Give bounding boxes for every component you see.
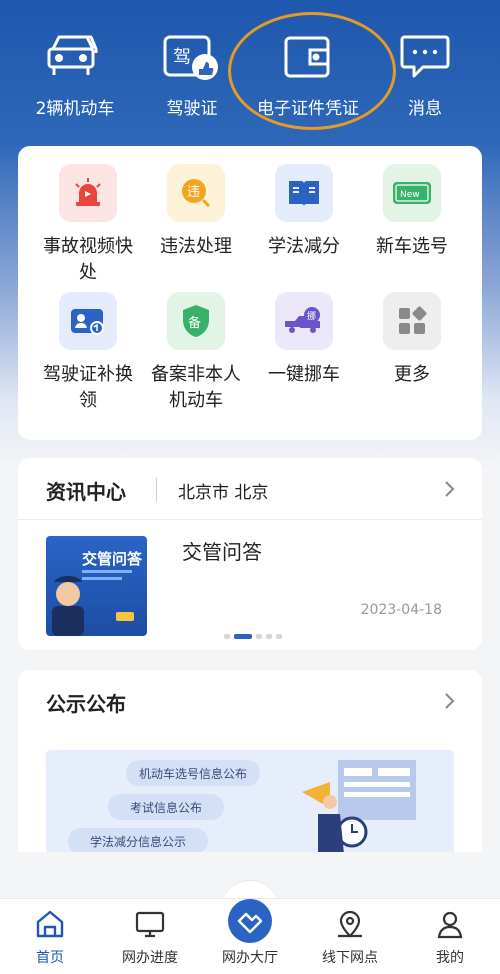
hall-icon <box>228 899 272 943</box>
notice-pill[interactable]: 考试信息公布 <box>108 794 224 820</box>
home-icon <box>33 907 67 941</box>
service-label: 违法处理 <box>160 236 232 257</box>
service-label: 事故视频快处 <box>43 236 133 283</box>
more-grid-icon <box>383 292 441 350</box>
tow-truck-icon: 挪 <box>275 292 333 350</box>
notice-title: 公示公布 <box>46 692 126 716</box>
new-plate-icon: New <box>383 164 441 222</box>
license-icon: 驾 <box>160 28 224 86</box>
pager-dot[interactable] <box>266 634 272 639</box>
news-item-title[interactable]: 交管问答 <box>182 536 262 565</box>
chevron-right-icon[interactable] <box>438 690 460 712</box>
tab-offline[interactable]: 线下网点 <box>300 907 400 967</box>
svg-text:挪: 挪 <box>307 310 316 322</box>
svg-text:驾: 驾 <box>173 47 191 68</box>
service-register-vehicle[interactable]: 备 备案非本人机动车 <box>142 292 250 414</box>
tab-label: 线下网点 <box>322 950 378 966</box>
pager-dot[interactable] <box>276 634 282 639</box>
service-new-plate[interactable]: New 新车选号 <box>358 164 466 260</box>
message-icon <box>393 28 457 86</box>
news-header[interactable]: 资讯中心 北京市 北京 <box>18 458 482 520</box>
news-thumbnail[interactable]: 交管问答 <box>46 536 147 636</box>
pager-dot[interactable] <box>256 634 262 639</box>
news-title: 资讯中心 <box>46 480 126 504</box>
chevron-right-icon[interactable] <box>438 478 460 500</box>
service-violation[interactable]: 违 违法处理 <box>142 164 250 260</box>
thumb-text: 交管问答 <box>82 550 143 568</box>
service-license-renewal[interactable]: 驾驶证补换领 <box>34 292 142 414</box>
services-card: 事故视频快处 违 违法处理 学法减分 New 新车选号 驾驶证补换领 备 备案非… <box>18 146 482 440</box>
tab-label: 网办大厅 <box>222 950 278 966</box>
user-icon <box>433 907 467 941</box>
book-icon <box>275 164 333 222</box>
notice-card: 公示公布 机动车选号信息公布 考试信息公布 学法减分信息公示 <box>18 670 482 880</box>
service-more[interactable]: 更多 <box>358 292 466 388</box>
monitor-icon <box>133 907 167 941</box>
bottom-tab-bar: 首页 网办进度 网办大厅 线下网点 我的 <box>0 898 500 974</box>
notice-pill[interactable]: 学法减分信息公示 <box>68 828 208 854</box>
tab-hall[interactable]: 网办大厅 <box>200 899 300 967</box>
tab-progress[interactable]: 网办进度 <box>100 907 200 967</box>
service-accident-video[interactable]: 事故视频快处 <box>34 164 142 286</box>
service-label: 学法减分 <box>268 236 340 257</box>
tab-label: 首页 <box>36 950 64 966</box>
violation-icon: 违 <box>167 164 225 222</box>
carousel-pager <box>224 634 282 639</box>
tab-profile[interactable]: 我的 <box>400 907 500 967</box>
news-city[interactable]: 北京市 北京 <box>178 478 268 503</box>
pager-dot-active[interactable] <box>234 634 252 639</box>
messages-label: 消息 <box>408 99 442 119</box>
tab-home[interactable]: 首页 <box>0 907 100 967</box>
top-nav: 2辆机动车 驾 驾驶证 电子证件凭证 消息 <box>0 0 500 140</box>
tab-label: 网办进度 <box>122 950 178 966</box>
service-label: 备案非本人机动车 <box>151 364 241 411</box>
svg-text:备: 备 <box>188 315 201 331</box>
service-label: 新车选号 <box>376 236 448 257</box>
svg-text:New: New <box>400 190 420 200</box>
car-icon <box>43 28 107 86</box>
pager-dot[interactable] <box>224 634 230 639</box>
vehicles-shortcut[interactable]: 2辆机动车 <box>20 28 130 119</box>
id-card-icon <box>59 292 117 350</box>
tab-label: 我的 <box>436 950 464 966</box>
notice-pill[interactable]: 机动车选号信息公布 <box>126 760 260 786</box>
driver-license-label: 驾驶证 <box>166 99 218 119</box>
vehicles-label: 2辆机动车 <box>35 99 115 119</box>
service-study-points[interactable]: 学法减分 <box>250 164 358 260</box>
shield-icon: 备 <box>167 292 225 350</box>
svg-text:违: 违 <box>187 185 200 200</box>
highlight-circle <box>228 12 396 130</box>
service-label: 一键挪车 <box>268 364 340 385</box>
location-pin-icon <box>333 907 367 941</box>
alarm-icon <box>59 164 117 222</box>
header-divider <box>156 478 157 502</box>
news-item-date: 2023-04-18 <box>360 602 442 618</box>
service-move-car[interactable]: 挪 一键挪车 <box>250 292 358 388</box>
news-card: 资讯中心 北京市 北京 交管问答 交管问答 2023-04-18 <box>18 458 482 650</box>
service-label: 更多 <box>394 364 430 385</box>
service-label: 驾驶证补换领 <box>43 364 133 411</box>
